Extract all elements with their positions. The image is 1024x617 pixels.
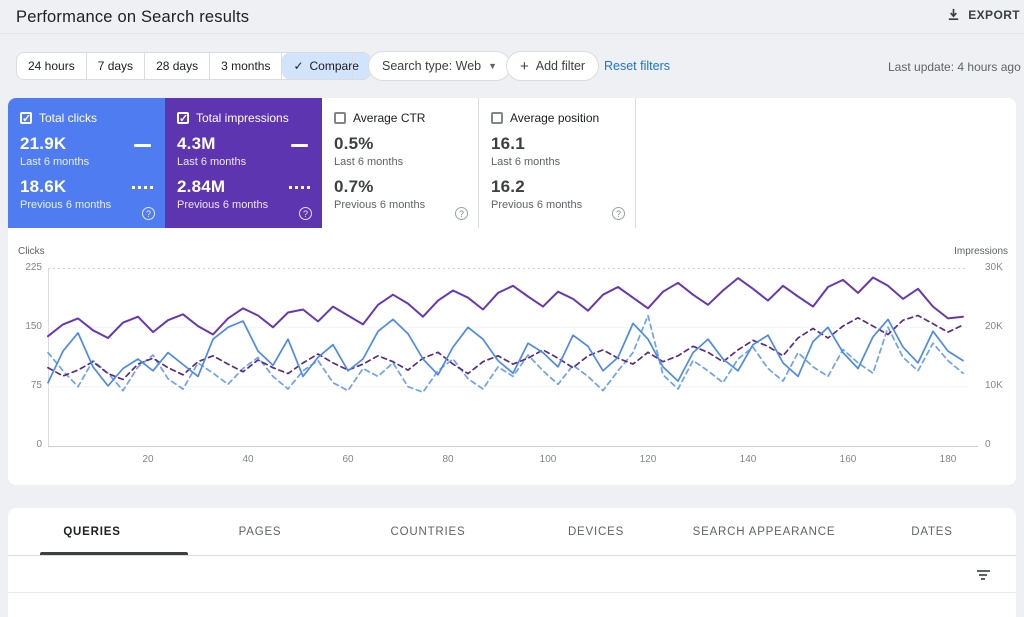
dashed-line-legend-icon bbox=[289, 186, 310, 189]
primary-value: 16.1 bbox=[491, 134, 525, 153]
x-tick: 100 bbox=[539, 454, 557, 465]
total-impressions-card[interactable]: Total impressions 4.3M Last 6 months 2.8… bbox=[165, 98, 322, 228]
right-axis-title: Impressions bbox=[954, 246, 1008, 257]
x-tick: 160 bbox=[839, 454, 857, 465]
secondary-value: 0.7% bbox=[334, 177, 374, 196]
x-tick: 40 bbox=[242, 454, 254, 465]
card-label: Total impressions bbox=[196, 111, 289, 125]
average-ctr-card[interactable]: Average CTR 0.5% Last 6 months 0.7% Prev… bbox=[322, 98, 479, 228]
card-label: Average position bbox=[510, 111, 600, 125]
checkbox-total-clicks[interactable] bbox=[20, 112, 32, 125]
page-title: Performance on Search results bbox=[16, 8, 250, 26]
x-tick: 120 bbox=[639, 454, 657, 465]
primary-period: Last 6 months bbox=[20, 156, 90, 168]
table-filter-icon[interactable] bbox=[976, 570, 990, 582]
secondary-period: Previous 6 months bbox=[491, 199, 583, 211]
left-tick: 225 bbox=[25, 262, 42, 273]
secondary-period: Previous 6 months bbox=[334, 199, 426, 211]
download-icon bbox=[949, 8, 959, 21]
primary-period: Last 6 months bbox=[491, 156, 561, 168]
tab-countries[interactable]: COUNTRIES bbox=[344, 508, 512, 555]
dimension-tabs: QUERIES PAGES COUNTRIES DEVICES SEARCH A… bbox=[8, 508, 1016, 556]
search-console-performance-page: Performance on Search results EXPORT ✓24… bbox=[0, 0, 1024, 617]
chip-label: 7 days bbox=[97, 59, 134, 73]
x-tick: 80 bbox=[442, 454, 454, 465]
secondary-value: 16.2 bbox=[491, 177, 525, 196]
checkbox-average-position[interactable] bbox=[491, 112, 503, 124]
chip-3-months[interactable]: ✓3 months bbox=[210, 53, 283, 79]
add-filter-label: Add filter bbox=[535, 59, 586, 73]
secondary-period: Previous 6 months bbox=[177, 199, 269, 211]
export-button[interactable]: EXPORT bbox=[946, 7, 1020, 22]
tab-devices[interactable]: DEVICES bbox=[512, 508, 680, 555]
x-axis-line bbox=[48, 446, 978, 447]
left-tick: 0 bbox=[36, 439, 42, 450]
chip-label: 24 hours bbox=[28, 59, 75, 73]
chip-28-days[interactable]: ✓28 days bbox=[145, 53, 211, 79]
right-tick: 30K bbox=[985, 262, 1003, 273]
tab-dates[interactable]: DATES bbox=[848, 508, 1016, 555]
date-range-chip-group: ✓24 hours ✓7 days ✓28 days ✓3 months ✓Co… bbox=[16, 52, 371, 80]
left-tick: 150 bbox=[25, 321, 42, 332]
help-icon[interactable] bbox=[142, 207, 155, 220]
secondary-period: Previous 6 months bbox=[20, 199, 112, 211]
card-label: Average CTR bbox=[353, 111, 426, 125]
dashed-line-legend-icon bbox=[132, 186, 153, 189]
right-tick: 0 bbox=[985, 439, 991, 450]
chip-7-days[interactable]: ✓7 days bbox=[87, 53, 146, 79]
help-icon[interactable] bbox=[299, 207, 312, 220]
right-tick: 20K bbox=[985, 321, 1003, 332]
chip-label: 3 months bbox=[221, 59, 271, 73]
search-type-label: Search type: Web bbox=[382, 59, 482, 73]
page-header: Performance on Search results EXPORT bbox=[0, 0, 1024, 34]
check-icon: ✓ bbox=[293, 59, 304, 73]
x-tick: 140 bbox=[739, 454, 757, 465]
chevron-down-icon: ▼ bbox=[488, 61, 498, 71]
primary-period: Last 6 months bbox=[177, 156, 247, 168]
chip-label: 28 days bbox=[156, 59, 199, 73]
dimensions-table-panel: QUERIES PAGES COUNTRIES DEVICES SEARCH A… bbox=[8, 508, 1016, 617]
right-tick: 10K bbox=[985, 380, 1003, 391]
active-tab-indicator bbox=[40, 552, 188, 555]
search-type-dropdown[interactable]: Search type: Web ▼ bbox=[368, 51, 512, 81]
chip-24-hours[interactable]: ✓24 hours bbox=[17, 53, 87, 79]
last-update-text: Last update: 4 hours ago bbox=[888, 60, 1021, 74]
chip-compare[interactable]: ✓ Compare bbox=[282, 53, 370, 79]
tab-pages[interactable]: PAGES bbox=[176, 508, 344, 555]
plus-icon: + bbox=[520, 57, 529, 75]
solid-line-legend-icon bbox=[134, 144, 151, 147]
series-3 bbox=[47, 314, 964, 381]
total-clicks-card[interactable]: Total clicks 21.9K Last 6 months 18.6K P… bbox=[8, 98, 165, 228]
tab-search-appearance[interactable]: SEARCH APPEARANCE bbox=[680, 508, 848, 555]
filter-bar-divider bbox=[352, 54, 353, 78]
checkbox-average-ctr[interactable] bbox=[334, 112, 346, 124]
x-tick: 20 bbox=[142, 454, 154, 465]
add-filter-button[interactable]: + Add filter bbox=[506, 51, 600, 81]
tab-queries[interactable]: QUERIES bbox=[8, 508, 176, 555]
left-axis-title: Clicks bbox=[18, 246, 45, 257]
primary-value: 0.5% bbox=[334, 134, 374, 153]
average-position-card[interactable]: Average position 16.1 Last 6 months 16.2… bbox=[479, 98, 636, 228]
x-tick: 60 bbox=[342, 454, 354, 465]
checkbox-total-impressions[interactable] bbox=[177, 112, 189, 125]
help-icon[interactable] bbox=[455, 207, 468, 220]
reset-filters-link[interactable]: Reset filters bbox=[604, 59, 670, 73]
export-label: EXPORT bbox=[968, 7, 1020, 22]
series-0 bbox=[47, 318, 964, 387]
line-chart[interactable] bbox=[47, 268, 968, 446]
primary-period: Last 6 months bbox=[334, 156, 404, 168]
table-toolbar-row bbox=[8, 556, 1016, 593]
left-tick: 75 bbox=[30, 380, 42, 391]
help-icon[interactable] bbox=[612, 207, 625, 220]
x-tick: 180 bbox=[939, 454, 957, 465]
solid-line-legend-icon bbox=[291, 144, 308, 147]
card-label: Total clicks bbox=[39, 111, 98, 125]
performance-chart-panel: Total clicks 21.9K Last 6 months 18.6K P… bbox=[8, 98, 1016, 485]
metric-cards-row: Total clicks 21.9K Last 6 months 18.6K P… bbox=[8, 98, 1016, 228]
